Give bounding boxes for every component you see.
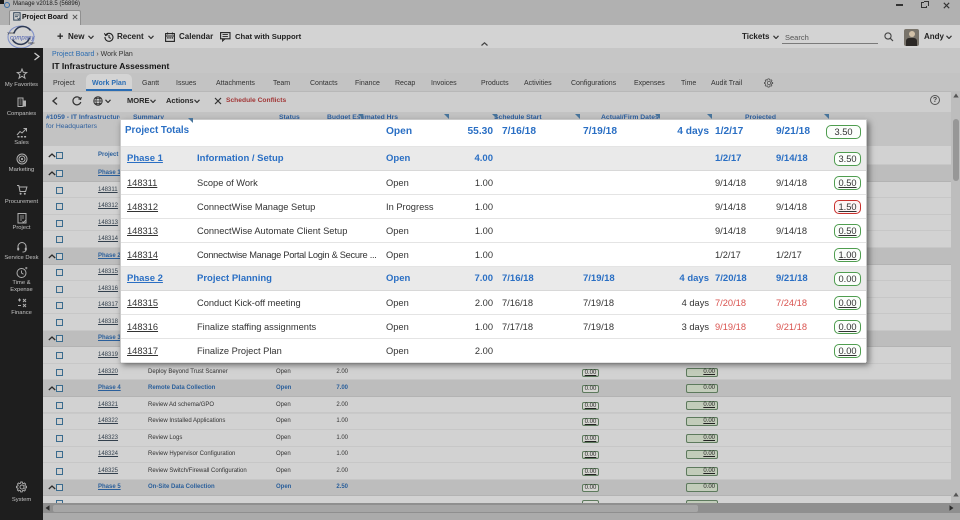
svg-text:your: your — [8, 31, 15, 35]
svg-text:logo: logo — [28, 41, 35, 45]
